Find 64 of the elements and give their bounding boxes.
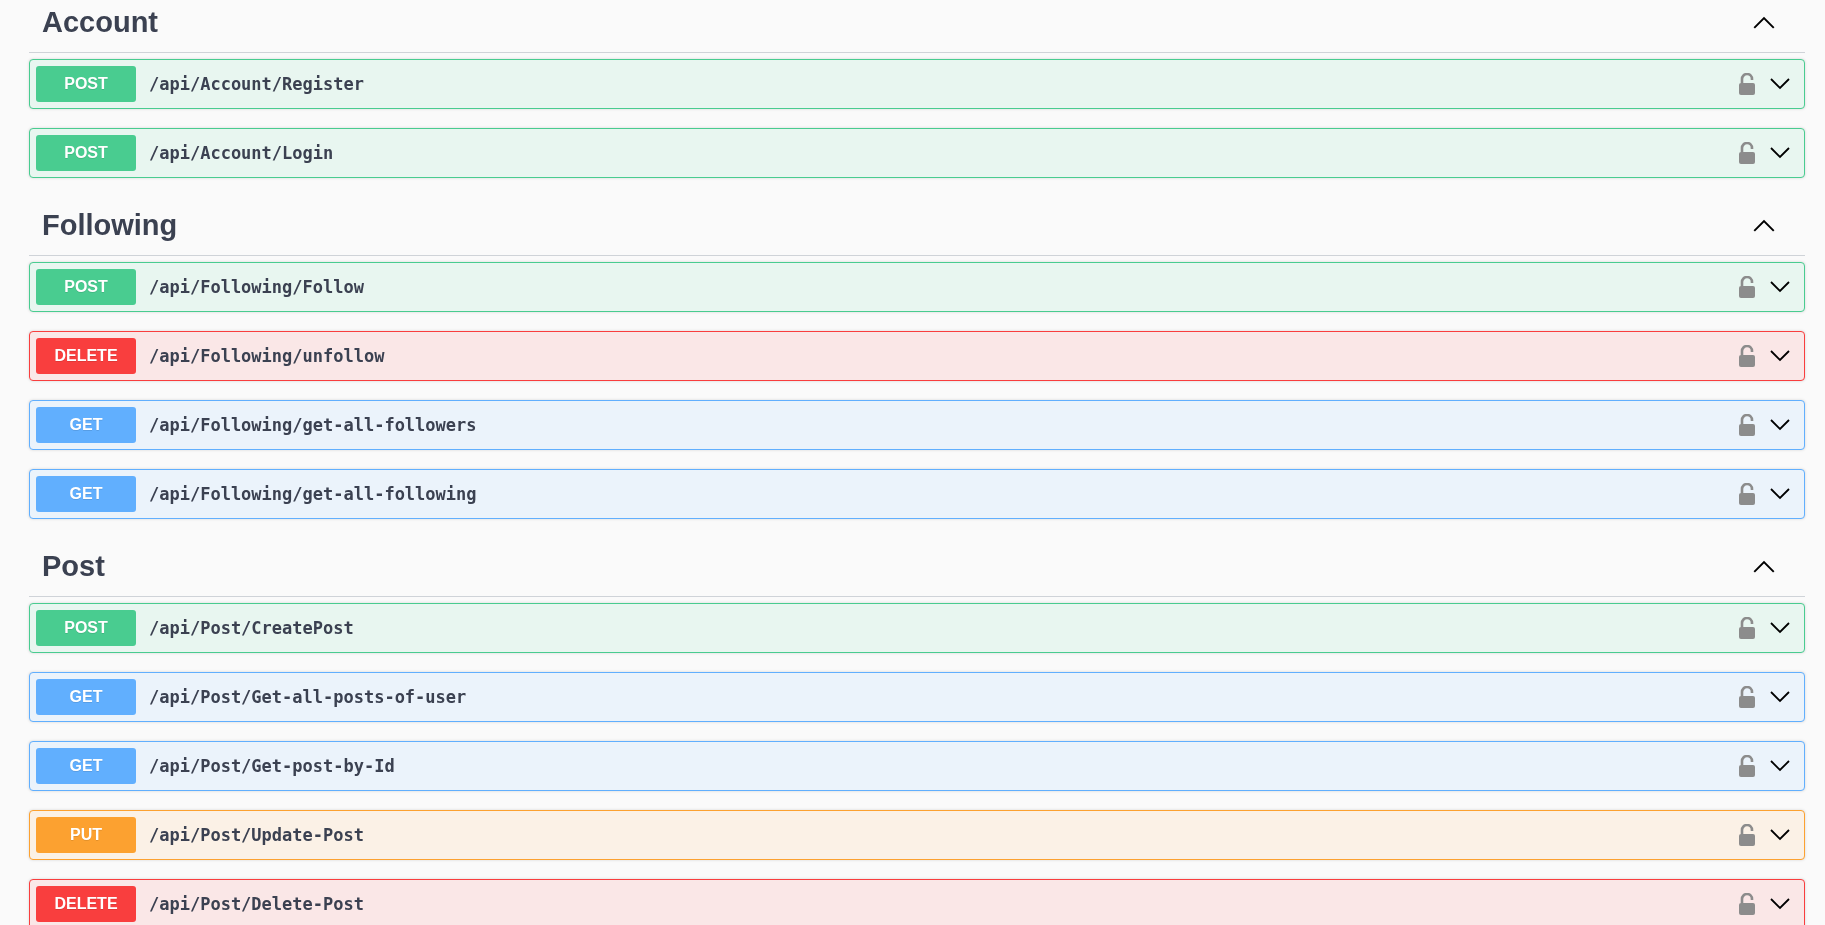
endpoint-row[interactable]: POST /api/Account/Register — [29, 59, 1805, 109]
endpoint-row[interactable]: GET /api/Following/get-all-following — [29, 469, 1805, 519]
endpoint-row[interactable]: DELETE /api/Following/unfollow — [29, 331, 1805, 381]
endpoint-row[interactable]: GET /api/Following/get-all-followers — [29, 400, 1805, 450]
endpoint-row[interactable]: POST /api/Following/Follow — [29, 262, 1805, 312]
expand-icon[interactable] — [1770, 760, 1790, 772]
expand-icon[interactable] — [1770, 829, 1790, 841]
collapse-icon[interactable] — [1753, 559, 1775, 573]
endpoint-row[interactable]: PUT /api/Post/Update-Post — [29, 810, 1805, 860]
method-label: PUT — [36, 817, 136, 853]
section-title: Post — [42, 549, 105, 583]
expand-icon[interactable] — [1770, 622, 1790, 634]
method-label: POST — [36, 269, 136, 305]
unlocked-lock-icon[interactable] — [1738, 755, 1756, 777]
section-title: Account — [42, 5, 158, 39]
unlocked-lock-icon[interactable] — [1738, 414, 1756, 436]
endpoint-path: /api/Post/Update-Post — [149, 825, 364, 845]
unlocked-lock-icon[interactable] — [1738, 142, 1756, 164]
endpoint-path: /api/Following/get-all-following — [149, 484, 477, 504]
unlocked-lock-icon[interactable] — [1738, 276, 1756, 298]
expand-icon[interactable] — [1770, 898, 1790, 910]
unlocked-lock-icon[interactable] — [1738, 893, 1756, 915]
collapse-icon[interactable] — [1753, 218, 1775, 232]
method-label: GET — [36, 476, 136, 512]
method-label: GET — [36, 748, 136, 784]
unlocked-lock-icon[interactable] — [1738, 617, 1756, 639]
method-label: DELETE — [36, 886, 136, 922]
endpoint-path: /api/Account/Register — [149, 74, 364, 94]
endpoint-path: /api/Following/Follow — [149, 277, 364, 297]
unlocked-lock-icon[interactable] — [1738, 824, 1756, 846]
endpoint-row[interactable]: GET /api/Post/Get-all-posts-of-user — [29, 672, 1805, 722]
unlocked-lock-icon[interactable] — [1738, 686, 1756, 708]
endpoint-path: /api/Following/unfollow — [149, 346, 385, 366]
method-label: POST — [36, 610, 136, 646]
expand-icon[interactable] — [1770, 419, 1790, 431]
collapse-icon[interactable] — [1753, 15, 1775, 29]
unlocked-lock-icon[interactable] — [1738, 73, 1756, 95]
section-header[interactable]: Account — [29, 0, 1805, 53]
expand-icon[interactable] — [1770, 691, 1790, 703]
method-label: GET — [36, 679, 136, 715]
method-label: POST — [36, 135, 136, 171]
method-label: POST — [36, 66, 136, 102]
endpoint-row[interactable]: POST /api/Post/CreatePost — [29, 603, 1805, 653]
endpoint-row[interactable]: DELETE /api/Post/Delete-Post — [29, 879, 1805, 925]
section-header[interactable]: Following — [29, 197, 1805, 256]
endpoint-path: /api/Post/CreatePost — [149, 618, 354, 638]
unlocked-lock-icon[interactable] — [1738, 483, 1756, 505]
expand-icon[interactable] — [1770, 78, 1790, 90]
endpoint-path: /api/Post/Get-all-posts-of-user — [149, 687, 467, 707]
endpoint-path: /api/Post/Delete-Post — [149, 894, 364, 914]
endpoint-path: /api/Following/get-all-followers — [149, 415, 477, 435]
expand-icon[interactable] — [1770, 488, 1790, 500]
expand-icon[interactable] — [1770, 350, 1790, 362]
method-label: GET — [36, 407, 136, 443]
section-title: Following — [42, 208, 178, 242]
expand-icon[interactable] — [1770, 147, 1790, 159]
endpoint-path: /api/Account/Login — [149, 143, 334, 163]
endpoint-row[interactable]: POST /api/Account/Login — [29, 128, 1805, 178]
section-header[interactable]: Post — [29, 538, 1805, 597]
endpoint-path: /api/Post/Get-post-by-Id — [149, 756, 395, 776]
method-label: DELETE — [36, 338, 136, 374]
expand-icon[interactable] — [1770, 281, 1790, 293]
unlocked-lock-icon[interactable] — [1738, 345, 1756, 367]
endpoint-row[interactable]: GET /api/Post/Get-post-by-Id — [29, 741, 1805, 791]
